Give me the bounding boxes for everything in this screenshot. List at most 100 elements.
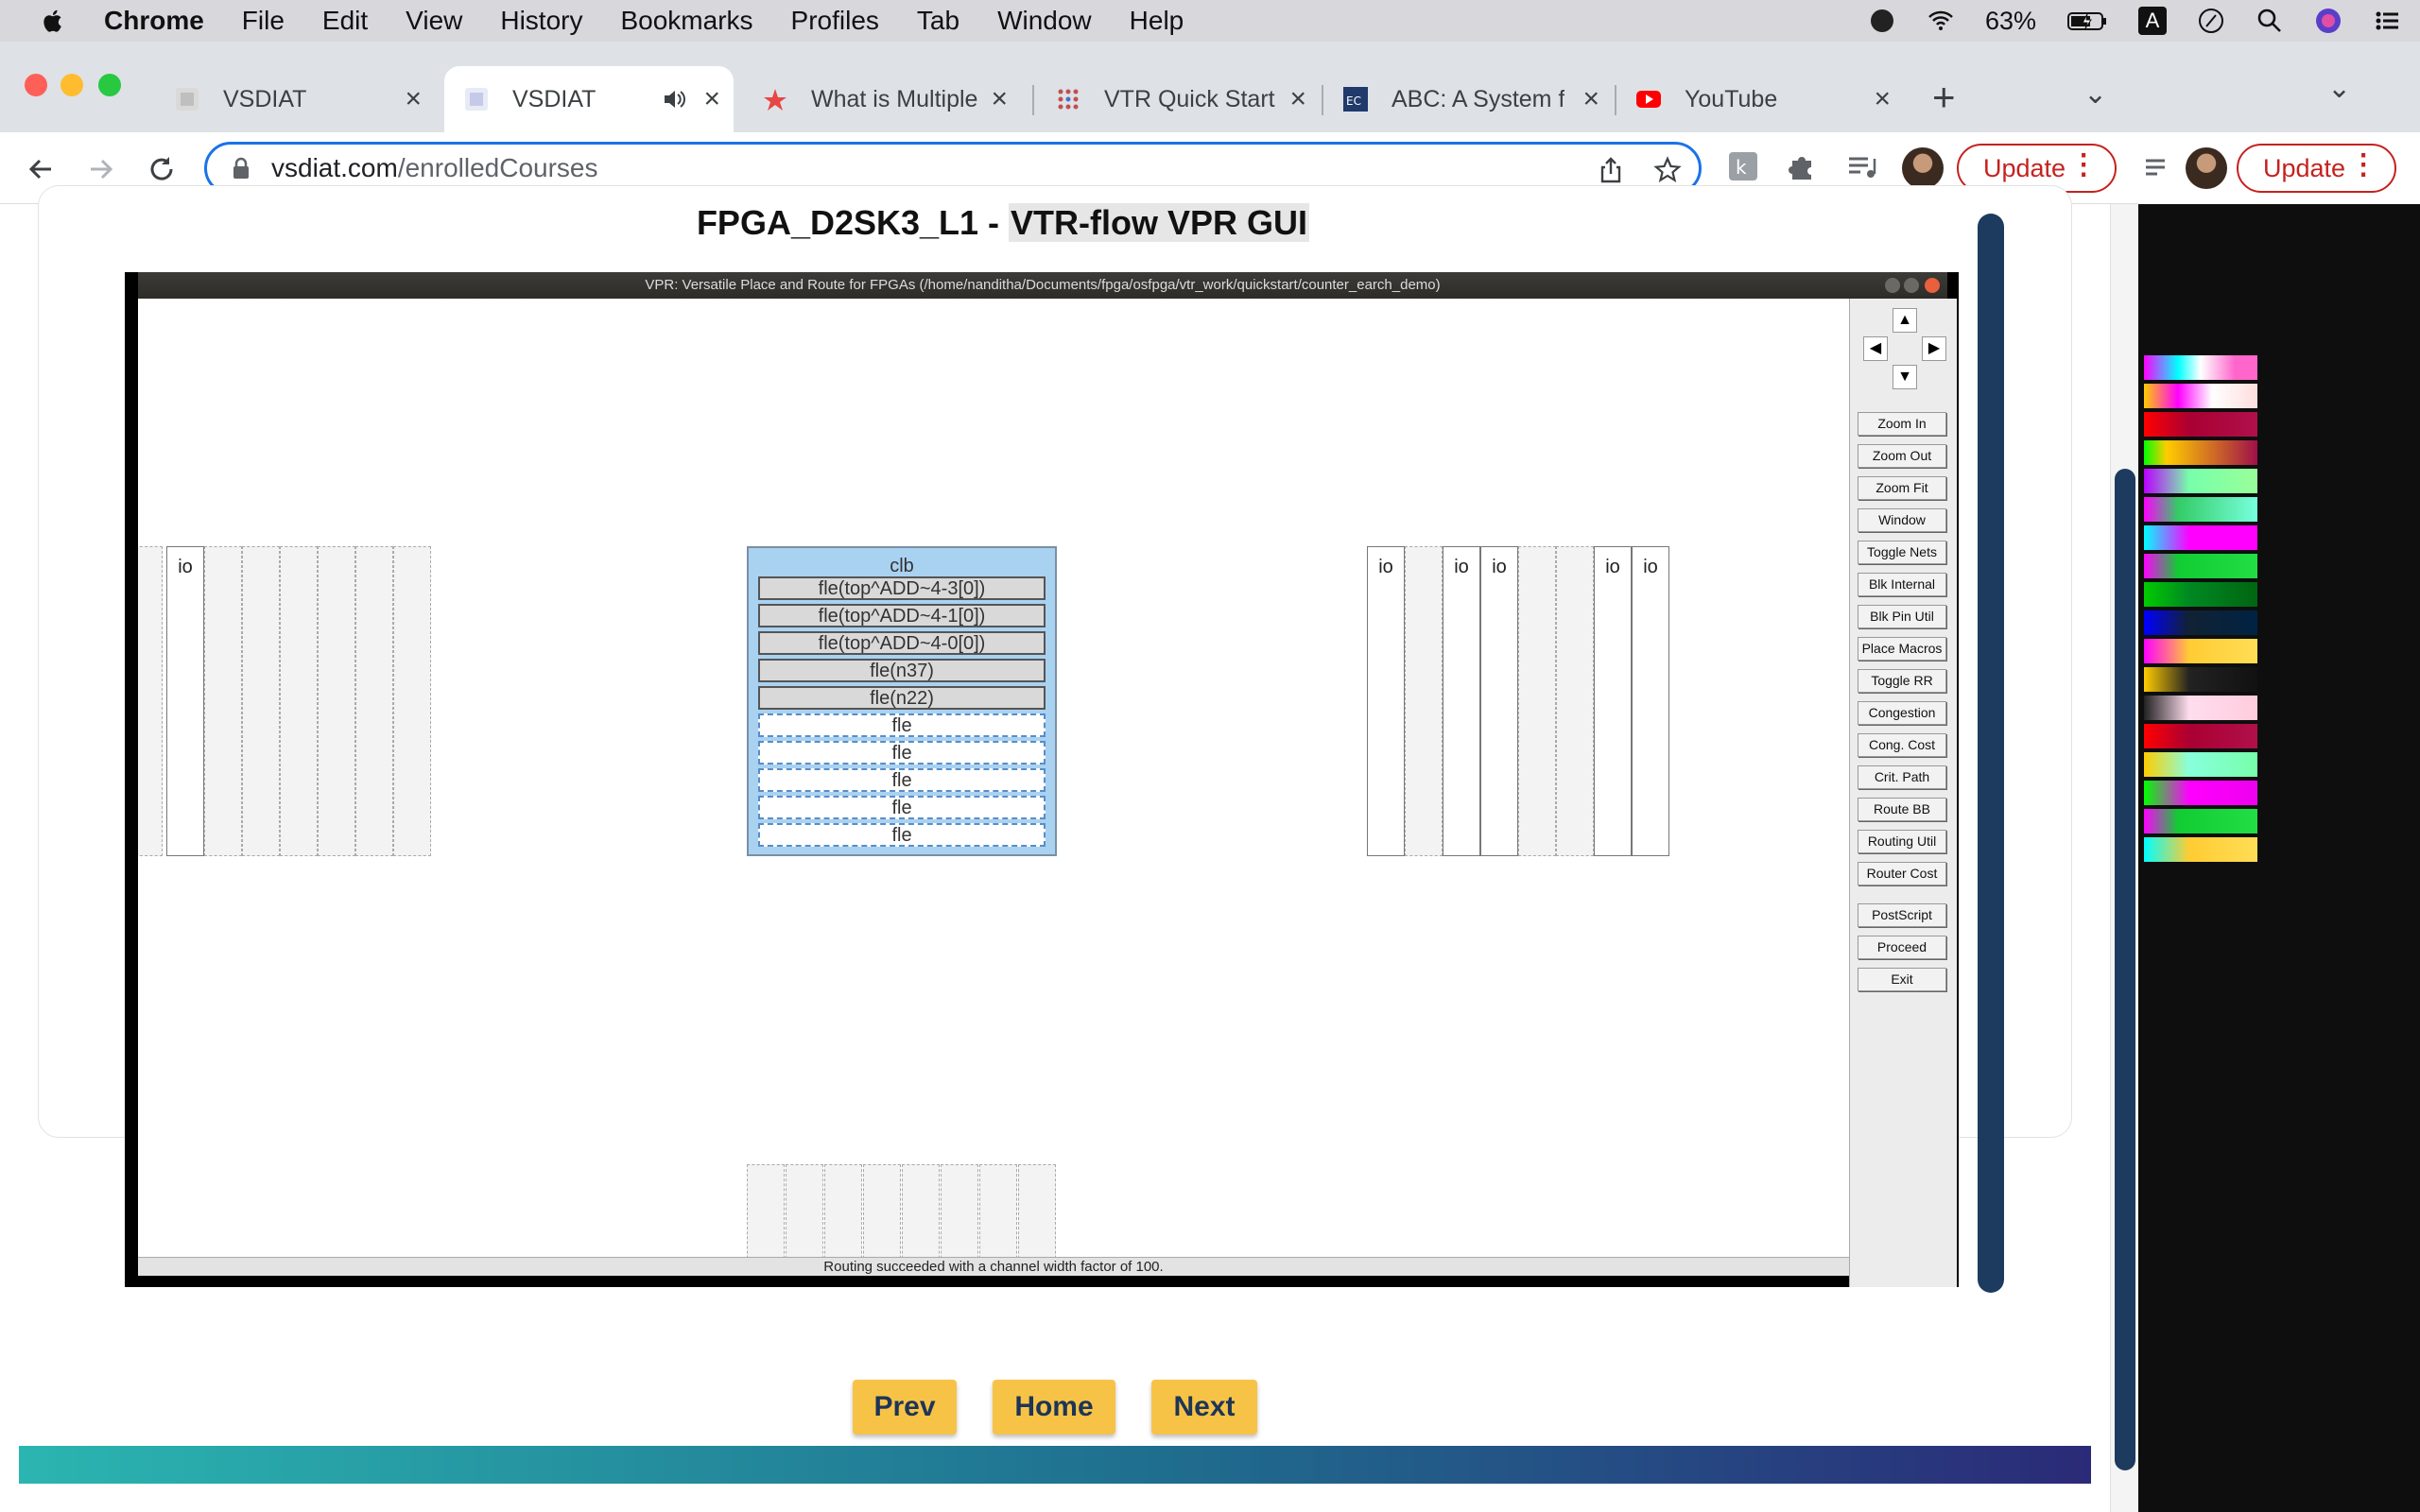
route-bb-button[interactable]: Route BB [1858,798,1946,821]
menu-history[interactable]: History [500,6,582,36]
siri-icon[interactable] [2314,7,2342,35]
more-menu-icon[interactable]: ⋮ [2069,151,2098,180]
tab-vsdiat-1[interactable]: VSDIAT × [155,66,435,132]
prev-button[interactable]: Prev [853,1380,957,1435]
page-scrollbar[interactable] [2110,204,2138,1512]
minimize-window-icon[interactable] [60,74,83,96]
pan-left-button[interactable]: ◀ [1863,336,1888,361]
toggle-nets-button[interactable]: Toggle Nets [1858,541,1946,564]
menu-help[interactable]: Help [1130,6,1184,36]
pan-right-button[interactable]: ▶ [1922,336,1946,361]
pan-up-button[interactable]: ▲ [1893,308,1917,333]
io-block[interactable]: io [166,546,204,856]
toggle-rr-button[interactable]: Toggle RR [1858,669,1946,693]
reload-icon[interactable] [146,153,178,185]
pan-down-button[interactable]: ▼ [1893,365,1917,389]
exit-button[interactable]: Exit [1858,968,1946,991]
menu-view[interactable]: View [406,6,462,36]
forward-arrow-icon[interactable] [85,153,117,185]
input-source-icon[interactable]: A [2138,7,2167,35]
spotlight-search-icon[interactable] [2256,7,2284,35]
lesson-scrollbar[interactable] [1978,214,2004,1293]
close-tab-icon[interactable]: × [1874,83,1891,115]
lesson-video[interactable]: VPR: Versatile Place and Route for FPGAs… [125,272,1959,1287]
close-tab-icon[interactable]: × [703,83,720,115]
fle-cell[interactable]: fle(n22) [758,686,1046,710]
close-tab-icon[interactable]: × [991,83,1008,115]
fle-cell-empty[interactable]: fle [758,713,1046,737]
home-button[interactable]: Home [993,1380,1115,1435]
new-tab-button[interactable]: + [1932,77,1956,117]
proceed-button[interactable]: Proceed [1858,936,1946,959]
fle-cell[interactable]: fle(n37) [758,659,1046,682]
zoom-in-button[interactable]: Zoom In [1858,412,1946,436]
router-cost-button[interactable]: Router Cost [1858,862,1946,885]
lock-icon[interactable] [232,157,251,180]
zoom-window-icon[interactable] [98,74,121,96]
menu-window[interactable]: Window [997,6,1092,36]
wifi-icon[interactable] [1927,7,1955,35]
evernote-icon[interactable] [1868,7,1896,35]
io-block[interactable]: io [1632,546,1669,856]
menu-file[interactable]: File [242,6,285,36]
blk-pin-util-button[interactable]: Blk Pin Util [1858,605,1946,628]
next-button[interactable]: Next [1151,1380,1257,1435]
media-queue-icon[interactable] [1845,149,1879,183]
clb-block[interactable]: clb fle(top^ADD~4-3[0]) fle(top^ADD~4-1[… [747,546,1057,856]
fle-cell[interactable]: fle(top^ADD~4-0[0]) [758,631,1046,655]
tab-vtr-quick-start[interactable]: VTR Quick Start × [1036,66,1320,132]
zoom-out-button[interactable]: Zoom Out [1858,444,1946,468]
cong-cost-button[interactable]: Cong. Cost [1858,733,1946,757]
close-tab-icon[interactable]: × [1582,83,1599,115]
zoom-fit-button[interactable]: Zoom Fit [1858,476,1946,500]
menu-tab[interactable]: Tab [917,6,959,36]
postscript-button[interactable]: PostScript [1858,903,1946,927]
vpr-minimize-icon[interactable] [1885,278,1900,293]
vpr-close-icon[interactable] [1925,278,1940,293]
fle-cell-empty[interactable]: fle [758,768,1046,792]
extensions-puzzle-icon[interactable] [1785,149,1819,183]
share-icon[interactable] [1597,156,1625,184]
media-queue-icon[interactable] [2142,151,2176,185]
tab-vsdiat-active[interactable]: VSDIAT × [444,66,734,132]
extension-k-icon[interactable]: k [1726,149,1760,183]
tab-youtube[interactable]: YouTube × [1616,66,1904,132]
tab-search-chevron-icon[interactable]: ⌄ [2083,77,2107,111]
io-block[interactable]: io [1443,546,1480,856]
chevron-down-icon[interactable]: ⌄ [2327,72,2351,105]
close-tab-icon[interactable]: × [1289,83,1306,115]
speed-dial-icon[interactable] [2197,7,2225,35]
io-block[interactable]: io [1367,546,1405,856]
vpr-fpga-canvas[interactable]: io clb fle(top^ADD~4-3[0]) fle(top^ADD~4… [138,299,1849,1257]
fle-cell-empty[interactable]: fle [758,823,1046,847]
apple-menu-icon[interactable] [40,7,68,35]
menu-profiles[interactable]: Profiles [791,6,879,36]
back-arrow-icon[interactable] [25,153,57,185]
menu-edit[interactable]: Edit [322,6,368,36]
profile-avatar[interactable] [1902,147,1944,189]
fle-cell[interactable]: fle(top^ADD~4-1[0]) [758,604,1046,627]
update-button-secondary[interactable]: Update ⋮ [2237,144,2397,193]
io-block[interactable]: io [1480,546,1518,856]
fle-cell-empty[interactable]: fle [758,796,1046,819]
page-scrollbar-thumb[interactable] [2115,469,2135,1470]
fle-cell[interactable]: fle(top^ADD~4-3[0]) [758,576,1046,600]
speaker-icon[interactable] [662,87,686,112]
blk-internal-button[interactable]: Blk Internal [1858,573,1946,596]
place-macros-button[interactable]: Place Macros [1858,637,1946,661]
io-block[interactable]: io [1594,546,1632,856]
vpr-maximize-icon[interactable] [1904,278,1919,293]
menu-app-chrome[interactable]: Chrome [104,6,204,36]
tab-abc-system[interactable]: EC ABC: A System f × [1323,66,1613,132]
profile-avatar-secondary[interactable] [2186,147,2227,189]
battery-charging-icon[interactable] [2066,7,2108,35]
bookmark-star-icon[interactable] [1653,156,1682,184]
close-tab-icon[interactable]: × [405,83,422,115]
menu-bookmarks[interactable]: Bookmarks [620,6,752,36]
routing-util-button[interactable]: Routing Util [1858,830,1946,853]
control-center-icon[interactable] [2373,7,2401,35]
tab-what-is-multiple[interactable]: What is Multiple × [743,66,1021,132]
more-menu-icon[interactable]: ⋮ [2349,151,2377,180]
fle-cell-empty[interactable]: fle [758,741,1046,765]
window-button[interactable]: Window [1858,508,1946,532]
